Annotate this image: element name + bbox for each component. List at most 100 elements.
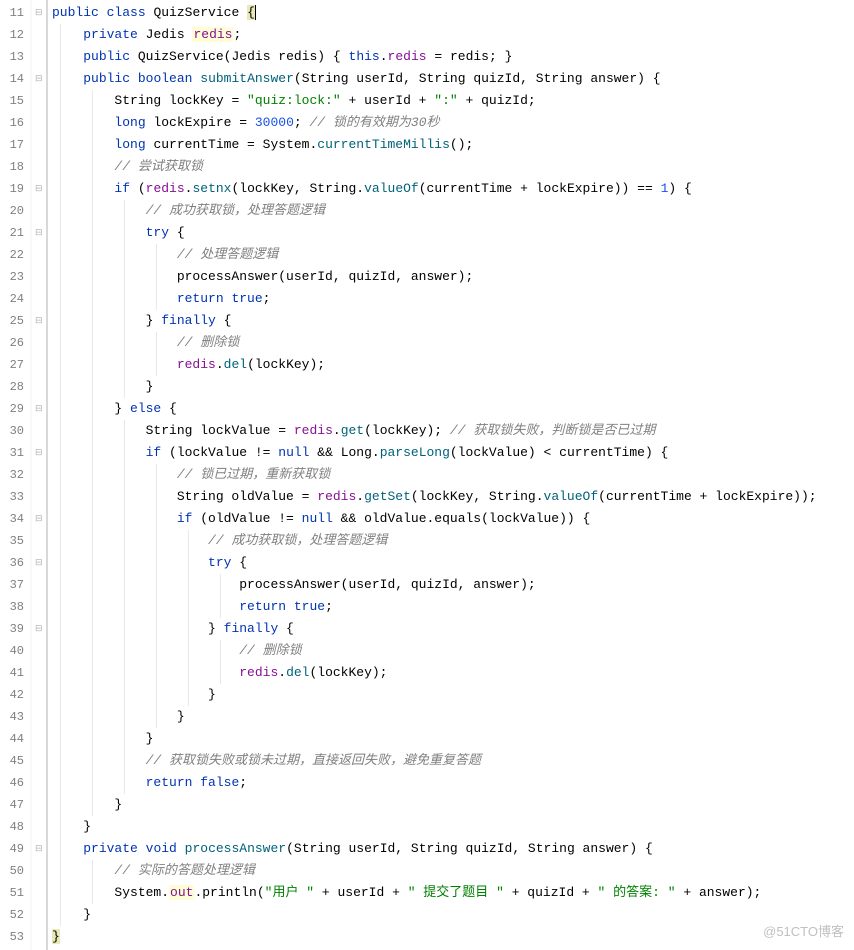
code-line[interactable]: // 实际的答题处理逻辑 [52,860,854,882]
code-line[interactable]: long lockExpire = 30000; // 锁的有效期为30秒 [52,112,854,134]
code-line[interactable]: } else { [52,398,854,420]
line-number: 34 [0,508,24,530]
code-line[interactable]: // 成功获取锁，处理答题逻辑 [52,530,854,552]
line-number: 52 [0,904,24,926]
line-number: 13 [0,46,24,68]
line-number: 50 [0,860,24,882]
line-number: 18 [0,156,24,178]
line-number: 35 [0,530,24,552]
line-number: 17 [0,134,24,156]
line-number: 49 [0,838,24,860]
line-number-gutter: 1112131415161718192021222324252627282930… [0,0,30,950]
fold-toggle-icon[interactable]: ⊟ [35,625,43,633]
code-line[interactable]: processAnswer(userId, quizId, answer); [52,574,854,596]
line-number: 53 [0,926,24,948]
code-line[interactable]: // 成功获取锁，处理答题逻辑 [52,200,854,222]
fold-toggle-icon[interactable]: ⊟ [35,9,43,17]
code-editor[interactable]: 1112131415161718192021222324252627282930… [0,0,854,950]
code-line[interactable]: try { [52,552,854,574]
code-line[interactable]: } finally { [52,618,854,640]
line-number: 21 [0,222,24,244]
line-number: 40 [0,640,24,662]
line-number: 51 [0,882,24,904]
line-number: 31 [0,442,24,464]
watermark: @51CTO博客 [763,921,844,940]
code-line[interactable]: if (redis.setnx(lockKey, String.valueOf(… [52,178,854,200]
fold-toggle-icon[interactable]: ⊟ [35,317,43,325]
code-line[interactable]: try { [52,222,854,244]
line-number: 32 [0,464,24,486]
code-line[interactable]: } [52,904,854,926]
code-line[interactable]: redis.del(lockKey); [52,662,854,684]
line-number: 20 [0,200,24,222]
line-number: 27 [0,354,24,376]
line-number: 37 [0,574,24,596]
line-number: 43 [0,706,24,728]
line-number: 48 [0,816,24,838]
line-number: 11 [0,2,24,24]
line-number: 30 [0,420,24,442]
code-line[interactable]: public boolean submitAnswer(String userI… [52,68,854,90]
fold-toggle-icon[interactable]: ⊟ [35,229,43,237]
code-line[interactable]: // 获取锁失败或锁未过期，直接返回失败，避免重复答题 [52,750,854,772]
code-line[interactable]: } finally { [52,310,854,332]
line-number: 15 [0,90,24,112]
line-number: 22 [0,244,24,266]
code-line[interactable]: public QuizService(Jedis redis) { this.r… [52,46,854,68]
line-number: 42 [0,684,24,706]
line-number: 24 [0,288,24,310]
line-number: 41 [0,662,24,684]
code-line[interactable]: // 尝试获取锁 [52,156,854,178]
line-number: 44 [0,728,24,750]
code-line[interactable]: String lockKey = "quiz:lock:" + userId +… [52,90,854,112]
code-line[interactable]: // 删除锁 [52,332,854,354]
code-line[interactable]: long currentTime = System.currentTimeMil… [52,134,854,156]
code-line[interactable]: public class QuizService { [52,2,854,24]
line-number: 33 [0,486,24,508]
code-line[interactable]: if (oldValue != null && oldValue.equals(… [52,508,854,530]
code-line[interactable]: private Jedis redis; [52,24,854,46]
line-number: 26 [0,332,24,354]
line-number: 46 [0,772,24,794]
code-line[interactable]: } [52,794,854,816]
code-line[interactable]: System.out.println("用户 " + userId + " 提交… [52,882,854,904]
line-number: 39 [0,618,24,640]
line-number: 47 [0,794,24,816]
line-number: 25 [0,310,24,332]
code-line[interactable]: String oldValue = redis.getSet(lockKey, … [52,486,854,508]
code-line[interactable]: } [52,706,854,728]
line-number: 36 [0,552,24,574]
fold-toggle-icon[interactable]: ⊟ [35,405,43,413]
code-line[interactable]: // 处理答题逻辑 [52,244,854,266]
code-line[interactable]: // 锁已过期，重新获取锁 [52,464,854,486]
line-number: 19 [0,178,24,200]
code-line[interactable]: } [52,684,854,706]
fold-toggle-icon[interactable]: ⊟ [35,185,43,193]
fold-toggle-icon[interactable]: ⊟ [35,75,43,83]
code-line[interactable]: // 删除锁 [52,640,854,662]
code-line[interactable]: redis.del(lockKey); [52,354,854,376]
line-number: 14 [0,68,24,90]
code-line[interactable]: String lockValue = redis.get(lockKey); /… [52,420,854,442]
code-line[interactable]: return true; [52,288,854,310]
code-line[interactable]: processAnswer(userId, quizId, answer); [52,266,854,288]
fold-toggle-icon[interactable]: ⊟ [35,559,43,567]
line-number: 38 [0,596,24,618]
line-number: 16 [0,112,24,134]
code-line[interactable]: } [52,816,854,838]
code-line[interactable]: } [52,926,854,948]
line-number: 28 [0,376,24,398]
fold-toggle-icon[interactable]: ⊟ [35,515,43,523]
code-line[interactable]: private void processAnswer(String userId… [52,838,854,860]
code-line[interactable]: if (lockValue != null && Long.parseLong(… [52,442,854,464]
fold-column[interactable]: ⊟ ⊟ ⊟ ⊟ ⊟ ⊟ ⊟ ⊟ ⊟ ⊟ ⊟ [32,0,46,950]
code-line[interactable]: } [52,728,854,750]
code-line[interactable]: } [52,376,854,398]
line-number: 45 [0,750,24,772]
code-line[interactable]: return true; [52,596,854,618]
fold-toggle-icon[interactable]: ⊟ [35,449,43,457]
code-line[interactable]: return false; [52,772,854,794]
fold-toggle-icon[interactable]: ⊟ [35,845,43,853]
code-area[interactable]: public class QuizService { private Jedis… [48,0,854,950]
line-number: 23 [0,266,24,288]
